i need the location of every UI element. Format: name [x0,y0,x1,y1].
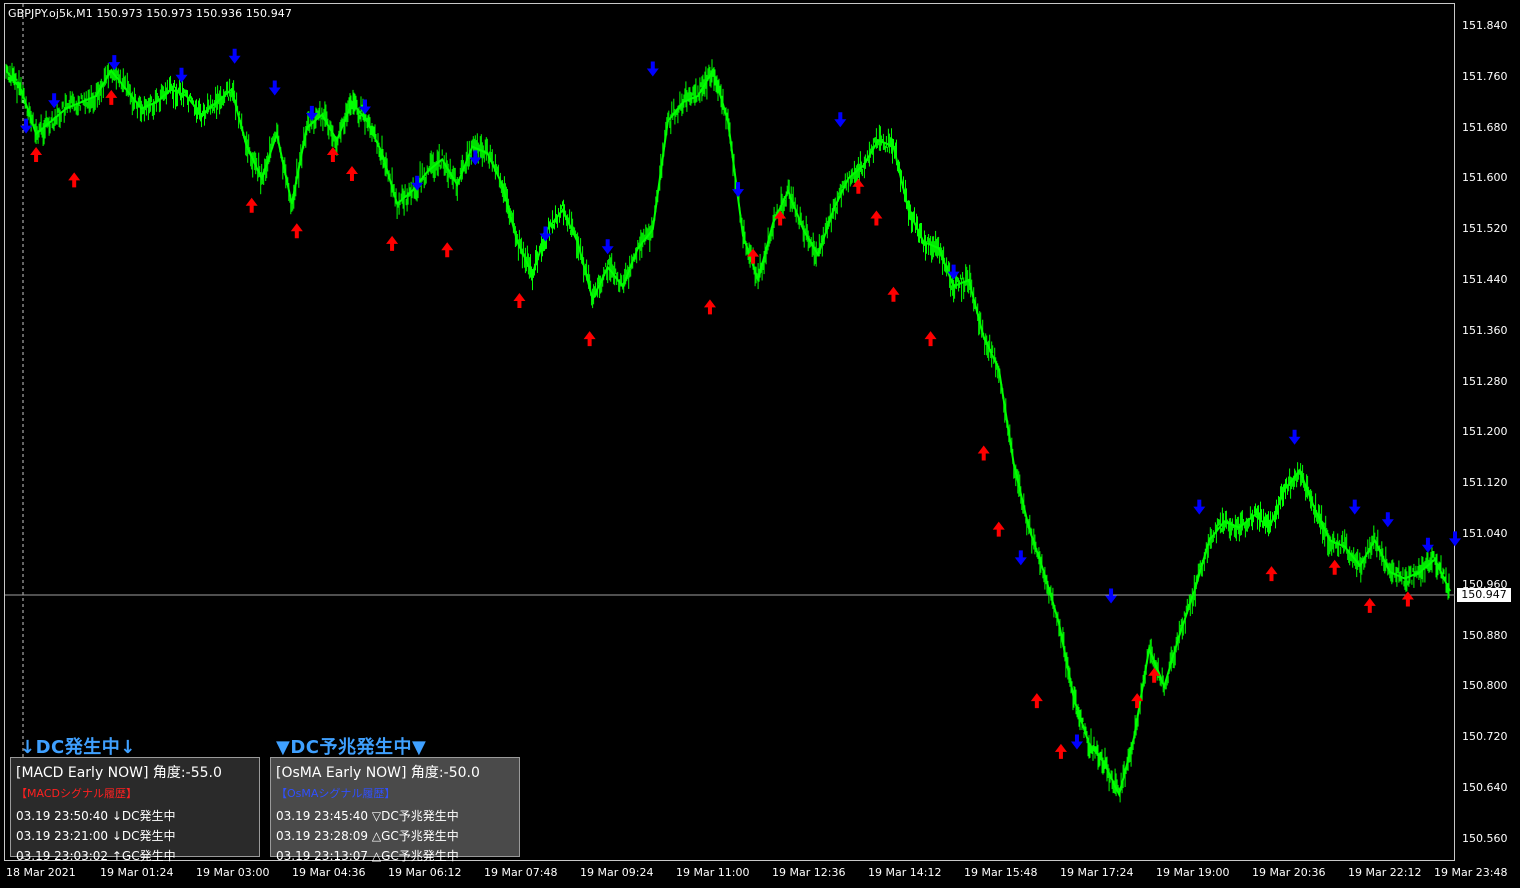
buy-arrow-icon [441,242,454,258]
buy-arrow-icon [105,89,118,105]
x-tick-label: 19 Mar 12:36 [772,866,846,879]
y-tick-label: 151.680 [1462,120,1508,134]
macd-history-row: 03.19 23:50:40 ↓DC発生中 [16,809,176,823]
buy-arrow-icon [887,286,900,302]
osma-panel-subtitle: 【OsMAシグナル履歴】 [276,787,396,800]
price-line [5,67,1451,798]
buy-arrow-icon [1363,597,1376,613]
buy-arrow-icon [1328,559,1341,575]
sell-arrow-icon [48,93,61,109]
sell-arrow-icon [1014,550,1027,566]
buy-arrow-icon [386,235,399,251]
macd-history-row: 03.19 23:21:00 ↓DC発生中 [16,829,176,843]
osma-signal-panel[interactable]: [OsMA Early NOW] 角度:-50.0 【OsMAシグナル履歴】 0… [270,757,520,863]
symbol-header: GBPJPY.oj5k,M1 150.973 150.973 150.936 1… [8,7,293,20]
buy-arrow-icon [583,331,596,347]
sell-arrow-icon [732,182,745,198]
buy-arrow-icon [30,147,43,162]
macd-signal-panel[interactable]: [MACD Early NOW] 角度:-55.0 【MACDシグナル履歴】 0… [10,757,260,863]
buy-arrow-icon [1030,693,1043,709]
x-tick-label: 19 Mar 07:48 [484,866,558,879]
x-tick-label: 19 Mar 14:12 [868,866,942,879]
x-tick-label: 19 Mar 06:12 [388,866,462,879]
sell-arrow-icon [1449,531,1462,547]
current-price-tag: 150.947 [1457,588,1511,602]
sell-arrow-icon [1288,429,1301,445]
macd-history-row: 03.19 23:03:02 ↑GC発生中 [16,849,176,863]
sell-arrow-icon [646,61,659,77]
sell-arrow-icon [834,112,847,128]
y-tick-label: 151.120 [1462,476,1508,490]
y-tick-label: 151.600 [1462,171,1508,185]
buy-arrow-icon [977,445,990,461]
x-tick-label: 19 Mar 03:00 [196,866,270,879]
x-tick-label: 19 Mar 23:48 [1434,866,1508,879]
y-tick-label: 151.200 [1462,425,1508,439]
y-tick-label: 151.040 [1462,527,1508,540]
sell-arrow-icon [601,239,614,255]
buy-arrow-icon [513,293,526,309]
x-tick-label: 19 Mar 20:36 [1252,866,1326,879]
y-tick-label: 151.360 [1462,323,1508,337]
x-tick-label: 19 Mar 11:00 [676,866,750,879]
osma-history-row: 03.19 23:13:07 △GC予兆発生中 [276,849,459,863]
y-tick-label: 150.800 [1462,679,1508,693]
buy-arrow-icon [1054,743,1067,759]
sell-arrow-icon [1070,734,1083,750]
x-tick-label: 19 Mar 22:12 [1348,866,1422,879]
buy-arrow-icon [345,166,358,182]
sell-arrow-icon [1193,499,1206,515]
price-series [5,58,1451,803]
buy-arrow-icon [245,197,258,213]
osma-status-text: ▼DC予兆発生中▼ [276,737,427,758]
macd-status-text: ↓DC発生中↓ [20,737,136,758]
sell-arrow-icon [268,80,281,96]
buy-arrow-icon [290,223,303,239]
buy-arrow-icon [703,299,716,315]
x-tick-label: 19 Mar 15:48 [964,866,1038,879]
osma-panel-title: [OsMA Early NOW] 角度:-50.0 [276,765,480,781]
y-tick-label: 151.840 [1462,19,1508,32]
y-tick-label: 151.520 [1462,222,1508,236]
buy-arrow-icon [870,210,883,226]
buy-arrow-icon [68,172,81,188]
y-tick-label: 150.720 [1462,730,1508,744]
buy-arrow-icon [924,331,937,347]
sell-arrow-icon [108,55,121,71]
x-tick-label: 19 Mar 04:36 [292,866,366,879]
sell-arrow-icon [175,67,188,83]
y-tick-label: 150.560 [1462,831,1508,845]
price-chart[interactable] [0,0,1520,888]
sell-arrow-icon [228,48,241,64]
x-tick-label: 19 Mar 01:24 [100,866,174,879]
macd-panel-subtitle: 【MACDシグナル履歴】 [16,787,137,800]
buy-arrow-icon [1401,591,1414,607]
x-tick-label: 19 Mar 09:24 [580,866,654,879]
macd-panel-title: [MACD Early NOW] 角度:-55.0 [16,765,222,781]
sell-arrow-icon [1105,588,1118,604]
x-tick-label: 19 Mar 19:00 [1156,866,1230,879]
x-tick-label: 19 Mar 17:24 [1060,866,1134,879]
osma-history-row: 03.19 23:45:40 ▽DC予兆発生中 [276,809,459,823]
y-tick-label: 151.280 [1462,374,1508,388]
buy-arrow-icon [992,521,1005,537]
y-tick-label: 151.760 [1462,69,1508,83]
sell-arrow-icon [1348,499,1361,515]
y-tick-label: 150.880 [1462,628,1508,642]
x-tick-label: 18 Mar 2021 [6,866,76,879]
sell-arrow-icon [1381,512,1394,528]
signal-arrows [20,48,1462,759]
y-tick-label: 151.440 [1462,273,1508,286]
y-tick-label: 150.640 [1462,781,1508,794]
osma-history-row: 03.19 23:28:09 △GC予兆発生中 [276,829,459,843]
buy-arrow-icon [1265,566,1278,582]
